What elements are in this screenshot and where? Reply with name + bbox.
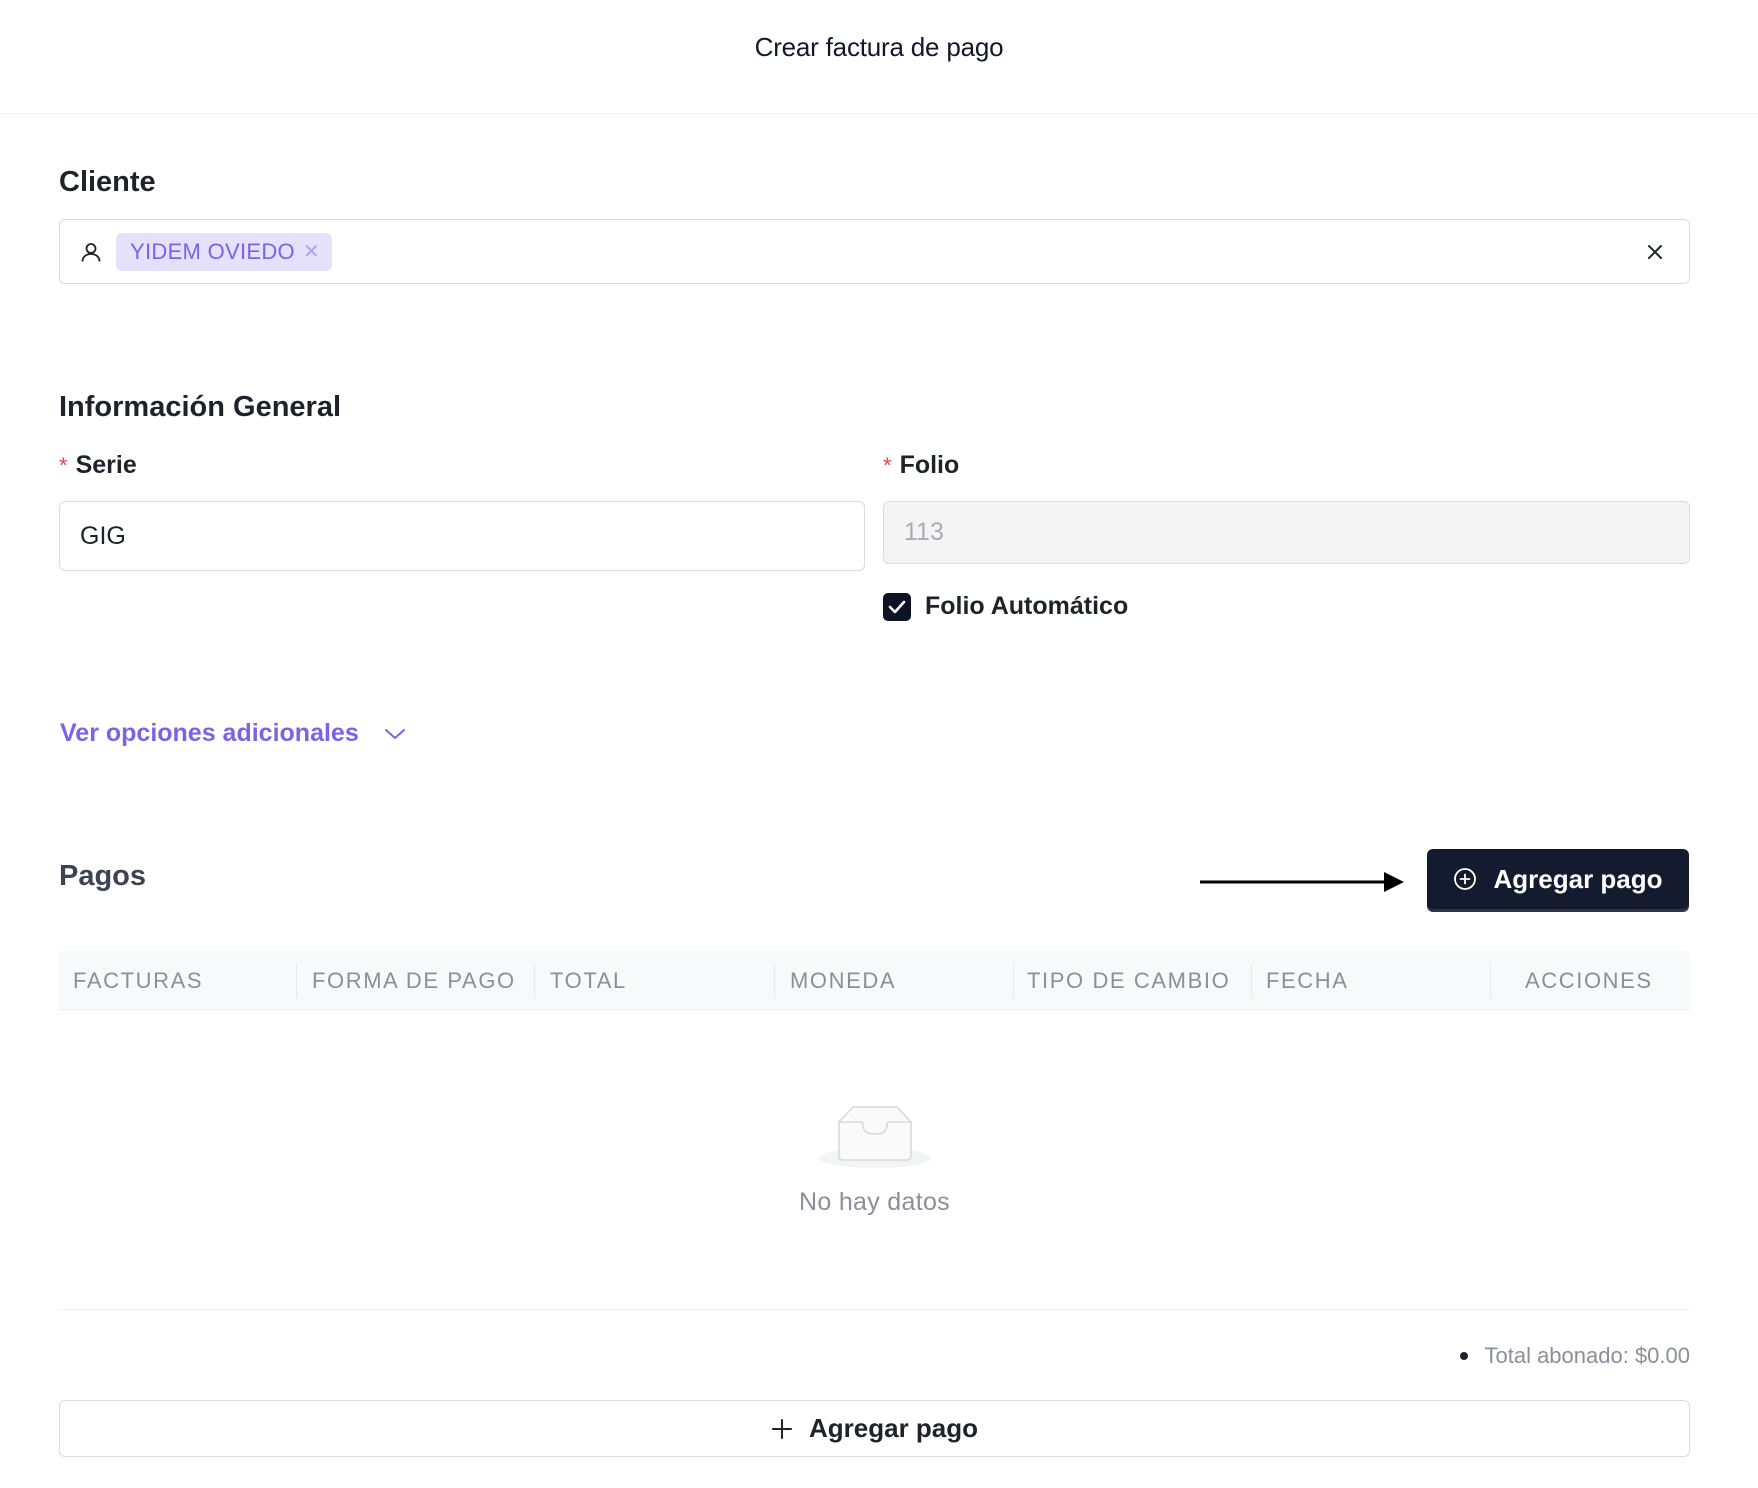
column-header-acciones: ACCIONES	[1525, 967, 1653, 993]
auto-folio-checkbox[interactable]	[883, 592, 911, 621]
total-paid: Total abonado: $0.00	[1460, 1343, 1690, 1369]
bullet-dot	[1460, 1352, 1469, 1360]
empty-state: No hay datos	[59, 1010, 1690, 1310]
column-header-facturas: FACTURAS	[73, 967, 204, 993]
client-select[interactable]: YIDEM OVIEDO ✕	[59, 219, 1690, 284]
column-separator	[1013, 963, 1014, 998]
column-header-tipo-de-cambio: TIPO DE CAMBIO	[1027, 967, 1231, 993]
client-section-title: Cliente	[59, 166, 156, 198]
page-title: Crear factura de pago	[754, 32, 1004, 62]
column-separator	[296, 963, 297, 998]
serie-input[interactable]: GIG	[59, 501, 865, 571]
column-separator	[1251, 963, 1252, 998]
column-header-total: TOTAL	[550, 967, 627, 993]
selected-client-name: YIDEM OVIEDO	[130, 238, 295, 264]
column-separator	[774, 963, 775, 998]
modal-header: Crear factura de pago	[0, 0, 1758, 114]
serie-label-text: Serie	[75, 451, 137, 479]
column-separator	[1490, 963, 1491, 998]
column-header-moneda: MONEDA	[790, 967, 897, 993]
add-payment-label: Agregar pago	[1493, 863, 1663, 894]
table-header: FACTURAS FORMA DE PAGO TOTAL MONEDA TIPO…	[59, 951, 1690, 1010]
empty-state-text: No hay datos	[799, 1188, 950, 1216]
arrow-right-icon	[1200, 872, 1404, 892]
selected-client-tag: YIDEM OVIEDO ✕	[116, 232, 333, 271]
user-icon	[80, 241, 102, 263]
general-section-title: Información General	[59, 391, 342, 423]
auto-folio-label: Folio Automático	[925, 592, 1129, 620]
payments-section-title: Pagos	[59, 860, 147, 892]
plus-circle-icon	[1453, 867, 1477, 891]
tag-remove-icon[interactable]: ✕	[303, 239, 320, 264]
column-separator	[534, 963, 535, 998]
column-header-forma-de-pago: FORMA DE PAGO	[312, 967, 516, 993]
add-payment-button[interactable]: Agregar pago	[1427, 849, 1689, 909]
total-paid-text: Total abonado: $0.00	[1484, 1343, 1690, 1368]
payments-table: FACTURAS FORMA DE PAGO TOTAL MONEDA TIPO…	[59, 951, 1690, 1010]
more-options-label: Ver opciones adicionales	[60, 719, 359, 747]
folio-input: 113	[883, 501, 1690, 564]
add-payment-footer-button[interactable]: Agregar pago	[59, 1400, 1690, 1457]
folio-label: * Folio	[883, 451, 959, 480]
chevron-down-icon	[383, 727, 407, 741]
column-header-fecha: FECHA	[1266, 967, 1349, 993]
close-icon[interactable]	[1645, 242, 1665, 262]
serie-label: * Serie	[59, 451, 137, 480]
auto-folio-checkbox-row[interactable]: Folio Automático	[883, 592, 1128, 621]
add-payment-footer-label: Agregar pago	[808, 1413, 979, 1443]
required-mark: *	[883, 453, 892, 478]
more-options-toggle[interactable]: Ver opciones adicionales	[60, 719, 407, 748]
empty-inbox-icon	[819, 1106, 931, 1168]
required-mark: *	[59, 453, 68, 478]
plus-icon	[771, 1418, 793, 1440]
folio-label-text: Folio	[899, 451, 960, 479]
